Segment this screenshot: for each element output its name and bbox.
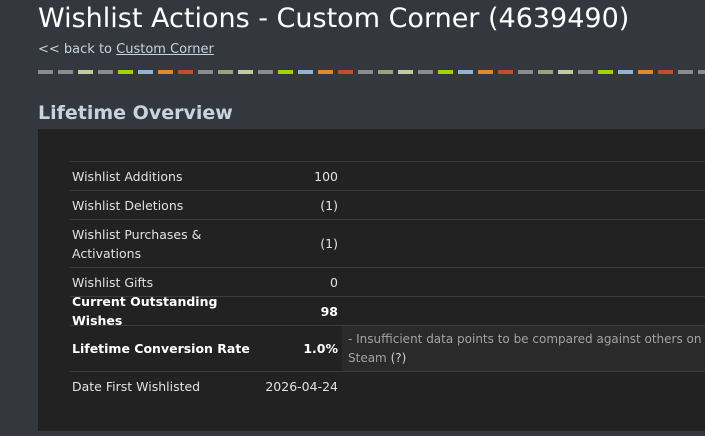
stat-value: 98 [320,303,338,319]
page-title: Wishlist Actions - Custom Corner (463949… [38,3,630,34]
stripe-segment [98,70,113,74]
stripe-segment [478,70,493,74]
back-link-line: << back to Custom Corner [38,42,214,58]
stripe-segment [218,70,233,74]
stripe-segment [158,70,173,74]
stripe-segment [418,70,433,74]
stripe-segment [238,70,253,74]
stat-label: Wishlist Deletions [72,197,184,213]
stripe-segment [138,70,153,74]
stat-row-first-wishlisted: Date First Wishlisted 2026-04-24 [70,371,705,400]
stat-value: 0 [330,274,338,290]
stripe-segment [678,70,693,74]
stripe-segment [618,70,633,74]
stripe-segment [558,70,573,74]
stat-label: Current Outstanding Wishes [72,294,218,328]
stat-label: Lifetime Conversion Rate [70,326,259,371]
stat-value: 2026-04-24 [265,378,338,394]
stripe-segment [38,70,53,74]
stripe-segment [638,70,653,74]
stat-row-deletions: Wishlist Deletions (1) [70,190,705,219]
stripe-segment [178,70,193,74]
stat-value: 1.0% [259,326,342,371]
stripe-segment [398,70,413,74]
help-icon[interactable]: (?) [391,351,407,365]
stripe-segment [578,70,593,74]
stripe-segment [318,70,333,74]
stat-row-outstanding: Current Outstanding Wishes 98 [70,294,705,328]
decorative-stripe [38,70,705,74]
stat-row-additions: Wishlist Additions 100 [70,161,705,190]
stripe-segment [198,70,213,74]
stripe-segment [78,70,93,74]
stat-row-conversion: Lifetime Conversion Rate 1.0% - Insuffic… [70,325,705,371]
stripe-segment [58,70,73,74]
stat-label: Wishlist Additions [72,168,183,184]
stripe-segment [498,70,513,74]
page: Wishlist Actions - Custom Corner (463949… [0,0,705,436]
stripe-segment [538,70,553,74]
back-link[interactable]: Custom Corner [116,42,214,57]
stat-value: (1) [320,197,338,213]
stripe-segment [518,70,533,74]
stripe-segment [698,70,705,74]
back-prefix: << back to [38,42,117,57]
stats-table: Wishlist Additions 100 Wishlist Deletion… [70,161,705,400]
stripe-segment [378,70,393,74]
stat-label: Date First Wishlisted [72,378,201,394]
stripe-segment [438,70,453,74]
stripe-segment [118,70,133,74]
section-title: Lifetime Overview [38,102,233,124]
stripe-segment [338,70,353,74]
stat-label: Wishlist Purchases & Activations [72,226,202,261]
stripe-segment [278,70,293,74]
stat-row-purchases: Wishlist Purchases & Activations (1) [70,219,705,267]
stat-value: (1) [320,236,338,251]
stripe-segment [298,70,313,74]
stripe-segment [658,70,673,74]
conversion-note: - Insufficient data points to be compare… [342,326,705,371]
stripe-segment [258,70,273,74]
stripe-segment [358,70,373,74]
stripe-segment [598,70,613,74]
stat-value: 100 [314,168,338,184]
stripe-segment [458,70,473,74]
